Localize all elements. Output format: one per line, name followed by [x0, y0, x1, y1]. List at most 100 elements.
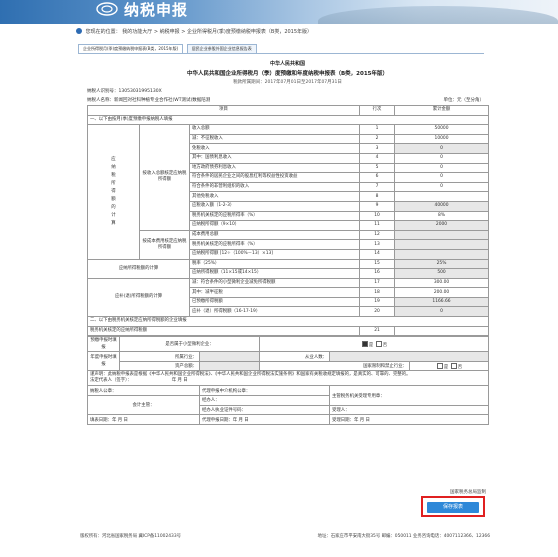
- row-value: [394, 248, 490, 260]
- row-label: 免税收入: [188, 143, 361, 154]
- form-title: 中华人民共和国企业所得税月（季）度预缴和年度纳税申报表（B类，2015年版）: [186, 71, 388, 77]
- row-value-input[interactable]: [394, 191, 490, 202]
- row-no: 9: [359, 200, 396, 212]
- row-no: 12: [359, 229, 396, 241]
- row-value-input[interactable]: 10000: [394, 133, 490, 145]
- banner-decoration: [318, 6, 558, 24]
- agent-id-label: 经办人执业证件号码：: [199, 404, 330, 416]
- supervision-note: 国家税务总局监制: [450, 490, 486, 495]
- row-value: 2000: [394, 220, 490, 231]
- row-value-input[interactable]: 50000: [394, 124, 490, 135]
- legal-rep-line: 法定代表人（签字）： 年 月 日: [90, 378, 486, 384]
- footer-contact: 地址：石家庄市平安南大街35号 邮编：050011 业务咨询电话：4007112…: [317, 534, 490, 539]
- row-value: [394, 229, 490, 241]
- restricted-options: 是 否: [409, 360, 489, 372]
- table-header-row: 项目 行次 累计金额: [86, 105, 490, 116]
- breadcrumb-item-current: 企业所得税月(季)度预缴纳税申报表（B类，2015年版）: [186, 29, 313, 35]
- taxpayer-id: 纳税人识别号：13053031995130X: [87, 89, 162, 94]
- row-label: 已预缴所得税额: [188, 296, 361, 308]
- breadcrumb-prefix: 您现在的位置：: [85, 29, 121, 35]
- form-title-country: 中华人民共和国: [269, 61, 305, 67]
- row-value-input[interactable]: 200.00: [394, 287, 490, 298]
- site-title: 纳税申报: [124, 1, 189, 19]
- yes-label: 是: [443, 364, 449, 370]
- employees-label: 从业人数：: [259, 351, 330, 362]
- group-tax-label: 应纳所得税额的计算: [87, 258, 190, 279]
- assets-value[interactable]: [199, 360, 260, 372]
- row-no: 6: [359, 172, 396, 183]
- row-label: 符合条件的居民企业之间的股息红利等权益性投资收益: [188, 172, 361, 183]
- row-label: 应纳所得税额（11×15或14×15）: [188, 268, 361, 279]
- tax-authority-seal: 主管税务机关受理专用章：: [329, 385, 489, 406]
- row-no: 14: [359, 248, 396, 260]
- row-no: 4: [359, 152, 396, 164]
- row-no: 20: [359, 306, 396, 318]
- row-no: 11: [359, 220, 396, 231]
- row-value-input[interactable]: 0: [394, 162, 490, 174]
- small-micro-options: 是 否: [259, 336, 489, 353]
- industry-value[interactable]: [199, 351, 260, 362]
- row-label: 减：不征税收入: [188, 133, 361, 145]
- row-no: 8: [359, 191, 396, 202]
- tab-foreign-enterprise[interactable]: 居民企业参股外国企业信息报告表: [186, 44, 257, 53]
- seal-row: 纳税人公章： 代理申报中介机构公章： 主管税务机关受理专用章：: [87, 385, 489, 406]
- breadcrumb-item-hall[interactable]: 我的功能大厅: [122, 29, 152, 35]
- row-label: 其中：减半征税: [188, 287, 361, 298]
- row-label: 税务机关核定的应税所得率（%）: [188, 239, 361, 250]
- section1-title: 一、以下由按月(季)度预缴申报纳税人填报: [86, 114, 490, 126]
- agent-seal: 代理申报中介机构公章：: [199, 385, 330, 397]
- row-value-input[interactable]: 0: [394, 152, 490, 164]
- col-item-header: 项目: [86, 105, 361, 116]
- section1-vertical-label: 应纳税所得额的计算: [87, 124, 140, 260]
- tax-table: 项目 行次 累计金额 一、以下由按月(季)度预缴申报纳税人填报 应纳税所得额的计…: [86, 105, 490, 337]
- fill-date: 填表日期：年 月 日: [87, 414, 200, 425]
- taxpayer-name: 纳税人名称：新闻回对社科种植专业合作社(WT测试)数据陪测: [87, 98, 211, 103]
- row-no: 15: [359, 258, 396, 270]
- row-label: 成本费用总额: [188, 229, 361, 241]
- no-label: 否: [457, 364, 463, 370]
- row-no: 7: [359, 181, 396, 193]
- row-value-input[interactable]: 0: [394, 172, 490, 183]
- row-no: 18: [359, 287, 396, 298]
- no-label: 否: [382, 342, 388, 348]
- row-label: 税务机关核定的应纳所得税额: [86, 325, 361, 337]
- breadcrumb-item-declare[interactable]: 纳税申报: [160, 29, 180, 35]
- row-label: 应纳税所得额 [12÷（100%－13）×13]: [188, 248, 361, 260]
- employees-value[interactable]: [329, 351, 489, 362]
- row-value: 25%: [394, 258, 490, 270]
- row-value-input[interactable]: 300.00: [394, 277, 490, 289]
- tab-income-tax-b[interactable]: 企业所得税月(季)度预缴纳税申报表(B类，2015年版): [78, 44, 184, 53]
- row-no: 19: [359, 296, 396, 308]
- footer-copyright: 版权所有：河北省国家税务局 冀ICP备11002433号: [80, 534, 182, 539]
- no-checkbox[interactable]: [375, 340, 382, 347]
- row-value-input[interactable]: 8%: [394, 210, 490, 222]
- row-label: 符合条件的非营利组织的收入: [188, 181, 361, 193]
- col-total-header: 累计金额: [394, 105, 490, 116]
- site-banner: 纳税申报: [0, 0, 558, 24]
- yes-checkbox[interactable]: [361, 340, 368, 347]
- save-report-button[interactable]: 保存报表: [427, 502, 479, 513]
- section2-title: 二、以下由税务机关核定应纳所得税额的企业填报: [86, 316, 490, 327]
- row-value-input[interactable]: 0: [394, 181, 490, 193]
- row-no: 13: [359, 239, 396, 250]
- row-label: 应税收入额（1-2-3）: [188, 200, 361, 212]
- taxpayer-name-row: 纳税人名称：新闻回对社科种植专业合作社(WT测试)数据陪测 单位：元（至分角）: [87, 97, 488, 103]
- row-no: 5: [359, 162, 396, 174]
- manager-label: 经办人：: [199, 395, 330, 406]
- col-row-header: 行次: [359, 105, 396, 116]
- taxpayer-seal: 纳税人公章：: [87, 385, 200, 397]
- row-value-input[interactable]: [394, 325, 490, 337]
- row-value: 40000: [394, 200, 490, 212]
- table-row: 应纳所得税额的计算 税率（25%） 15 25%: [87, 258, 490, 279]
- yes-checkbox[interactable]: [436, 362, 443, 369]
- receive-date: 受理日期：年 月 日: [329, 414, 489, 425]
- row-label: 收入总额: [188, 124, 361, 135]
- declaration-row: 谨声明：此纳税申报表是根据《中华人民共和国企业所得税法》、《中华人民共和国企业所…: [87, 370, 489, 387]
- no-checkbox[interactable]: [450, 362, 457, 369]
- form-tabs: 企业所得税月(季)度预缴纳税申报表(B类，2015年版) 居民企业参股外国企业信…: [78, 44, 259, 53]
- currency-unit: 单位：元（至分角）: [443, 98, 485, 103]
- table-row: 应补(退)所得税额的计算 减：符合条件的小型微利企业减免所得税额 17 300.00: [87, 277, 490, 318]
- annual-label: 年度申报时填报: [87, 351, 120, 372]
- row-no: 21: [359, 325, 396, 337]
- group-cost-label: 按成本费用核定应纳税所得额: [139, 229, 190, 260]
